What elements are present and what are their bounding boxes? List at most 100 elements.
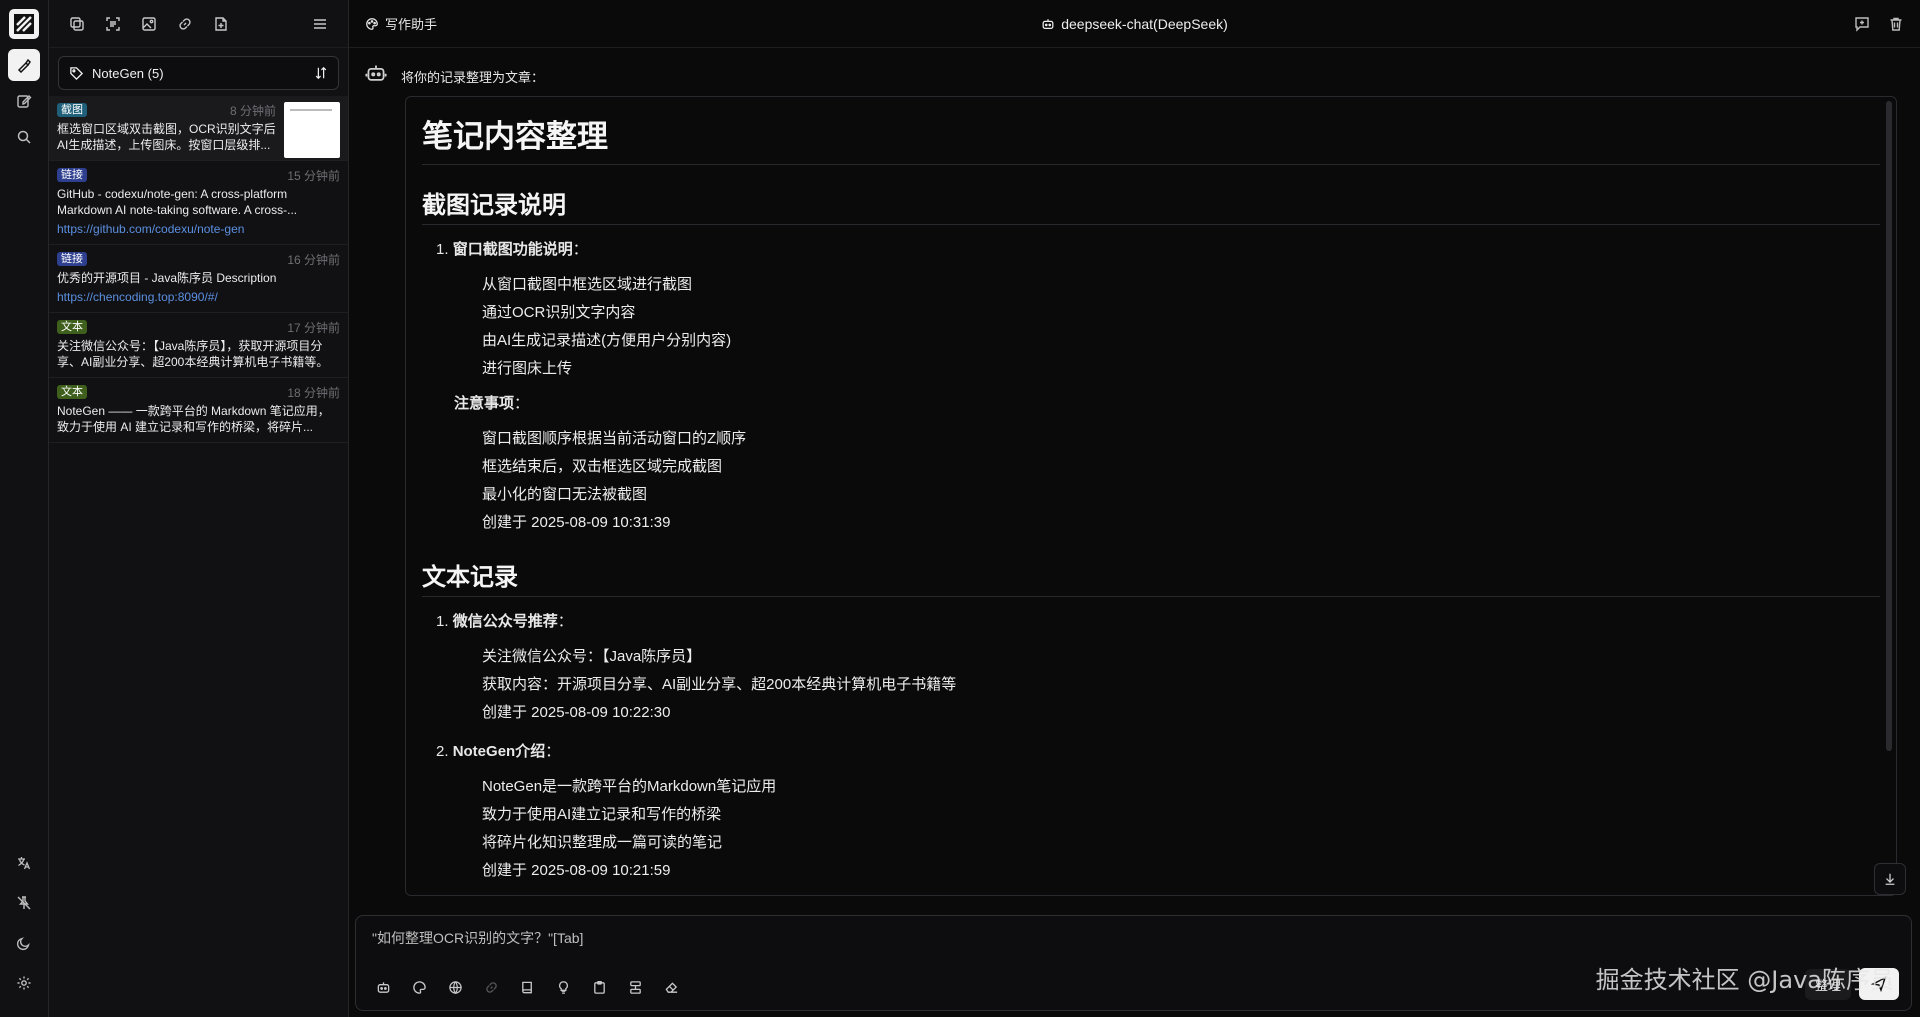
tag-icon [69,66,84,81]
send-button[interactable] [1859,968,1899,1000]
record-link[interactable]: https://chencoding.top:8090/#/ [57,289,340,305]
item-line: 创建于 2025-08-09 10:22:30 [482,704,671,721]
book-icon[interactable] [516,976,538,998]
model-label[interactable]: deepseek-chat(DeepSeek) [1061,16,1228,32]
ordered-item-number: 2. [436,743,449,760]
screenshot-thumbnail [284,102,340,158]
ordered-item: 1. 微信公众号推荐： 关注微信公众号：【Java陈序员】 获取内容：开源项目分… [436,611,1880,727]
record-time: 15 分钟前 [287,168,340,183]
theme-toggle-button[interactable] [8,927,40,959]
pin-toggle-button[interactable] [8,887,40,919]
assistant-bot-icon [365,62,389,86]
item-line: 从窗口截图中框选区域进行截图 [482,276,693,293]
record-head: 链接 16 分钟前 [57,251,340,267]
screenshot-button[interactable] [59,6,95,42]
ordered-item: 1. 窗口截图功能说明： 从窗口截图中框选区域进行截图 通过OCR识别文字内容 … [436,239,1880,383]
chat-area: 将你的记录整理为文章： 笔记内容整理 截图记录说明 1. 窗口截图功能说明： 从… [349,48,1920,1017]
bot-icon[interactable] [372,976,394,998]
section-heading: 截图记录说明 [422,185,1880,225]
ordered-item-title: 1. 窗口截图功能说明： [436,241,588,258]
rail-bottom-group [8,847,40,1017]
link-icon [177,16,193,32]
clipboard-icon[interactable] [588,976,610,998]
item-line: 由AI生成记录描述(方便用户分别内容) [482,332,732,349]
search-nav-button[interactable] [8,121,40,153]
record-body: 优秀的开源项目 - Java陈序员 Description [57,271,277,285]
link-add-button[interactable] [167,6,203,42]
trash-icon[interactable] [1888,16,1904,32]
edit-square-icon [16,93,32,109]
type-badge: 截图 [57,103,87,117]
writer-assistant-label: 写作助手 [385,17,438,32]
list-item[interactable]: 链接 16 分钟前 优秀的开源项目 - Java陈序员 Description … [49,245,348,313]
bot-icon[interactable] [1041,17,1055,31]
list-item[interactable]: 链接 15 分钟前 GitHub - codexu/note-gen: A cr… [49,161,348,245]
tag-label: NoteGen (5) [92,65,164,81]
record-toolbar [49,0,348,48]
item-line: 进行图床上传 [482,360,573,377]
list-item[interactable]: 文本 17 分钟前 关注微信公众号：【Java陈序员】，获取开源项目分享、AI副… [49,313,348,378]
palette-icon[interactable] [408,976,430,998]
left-rail [0,0,49,1017]
record-nav-button[interactable] [8,49,40,81]
new-chat-icon[interactable] [1854,16,1870,32]
app-window: NoteGen (5) 截图 8 分钟前 框选窗口区域双击截图，OCR识别文字后… [0,0,1920,1017]
item-line: 致力于使用AI建立记录和写作的桥梁 [482,806,722,823]
ocr-scan-button[interactable] [95,6,131,42]
ordered-item-number: 1. [436,613,449,630]
notice-title: 注意事项： [454,395,530,412]
stack-icon[interactable] [624,976,646,998]
translate-button[interactable] [8,847,40,879]
writer-assistant-button[interactable]: 写作助手 [365,14,437,33]
item-line: 关注微信公众号：【Java陈序员】 [482,648,702,665]
article-card: 笔记内容整理 截图记录说明 1. 窗口截图功能说明： 从窗口截图中框选区域进行截… [405,96,1897,896]
menu-icon [312,16,328,32]
item-line: 最小化的窗口无法被截图 [482,486,648,503]
item-lines: 从窗口截图中框选区域进行截图 通过OCR识别文字内容 由AI生成记录描述(方便用… [482,271,1880,383]
writing-assistant: 写作助手 deepseek-chat(DeepSeek) 将你的记录整理为文章：… [349,0,1920,1017]
section-heading: 文本记录 [422,557,1880,597]
ordered-item-title-text: NoteGen介绍 [452,743,546,760]
notegen-logo[interactable] [9,9,39,39]
prompt-message: 将你的记录整理为文章： [365,62,544,86]
palette-icon [365,17,379,31]
list-item[interactable]: 文本 18 分钟前 NoteGen —— 一款跨平台的 Markdown 笔记应… [49,378,348,443]
file-plus-icon [213,16,229,32]
record-panel: NoteGen (5) 截图 8 分钟前 框选窗口区域双击截图，OCR识别文字后… [49,0,349,1017]
organize-button[interactable]: 整理 [1804,968,1851,1000]
sort-arrows-icon[interactable] [314,66,328,80]
item-line: 通过OCR识别文字内容 [482,304,636,321]
scroll-to-bottom-button[interactable] [1874,863,1906,895]
ordered-item-title: 1. 微信公众号推荐： [436,613,573,630]
search-icon [16,129,32,145]
list-item[interactable]: 截图 8 分钟前 框选窗口区域双击截图，OCR识别文字后AI生成描述，上传图床。… [49,96,348,161]
item-line: 框选结束后，双击框选区域完成截图 [482,458,723,475]
record-head: 截图 8 分钟前 [57,102,276,118]
image-add-button[interactable] [131,6,167,42]
notice-title-text: 注意事项 [454,395,515,412]
panel-menu-button[interactable] [302,6,338,42]
article-scrollbar[interactable] [1886,101,1892,751]
item-line: NoteGen是一款跨平台的Markdown笔记应用 [482,778,777,795]
record-time: 16 分钟前 [287,252,340,267]
link-icon[interactable] [480,976,502,998]
copy-icon [69,16,85,32]
chat-input-box[interactable]: "如何整理OCR识别的文字？"[Tab] 整理 [355,915,1912,1011]
write-nav-button[interactable] [8,85,40,117]
tag-selector[interactable]: NoteGen (5) [58,56,339,90]
record-link[interactable]: https://github.com/codexu/note-gen [57,221,340,237]
record-head: 文本 18 分钟前 [57,384,340,400]
chat-input[interactable]: "如何整理OCR识别的文字？"[Tab] [372,928,1895,948]
file-add-button[interactable] [203,6,239,42]
record-time: 17 分钟前 [287,320,340,335]
arrow-down-icon [1883,872,1897,886]
type-badge: 文本 [57,385,87,399]
record-body: NoteGen —— 一款跨平台的 Markdown 笔记应用，致力于使用 AI… [57,404,330,434]
item-line: 创建于 2025-08-09 10:21:59 [482,862,671,879]
lightbulb-icon[interactable] [552,976,574,998]
settings-button[interactable] [8,967,40,999]
globe-icon[interactable] [444,976,466,998]
ordered-item: 2. NoteGen介绍： NoteGen是一款跨平台的Markdown笔记应用… [436,741,1880,885]
notice-lines: 窗口截图顺序根据当前活动窗口的Z顺序 框选结束后，双击框选区域完成截图 最小化的… [482,425,1880,537]
eraser-icon[interactable] [660,976,682,998]
